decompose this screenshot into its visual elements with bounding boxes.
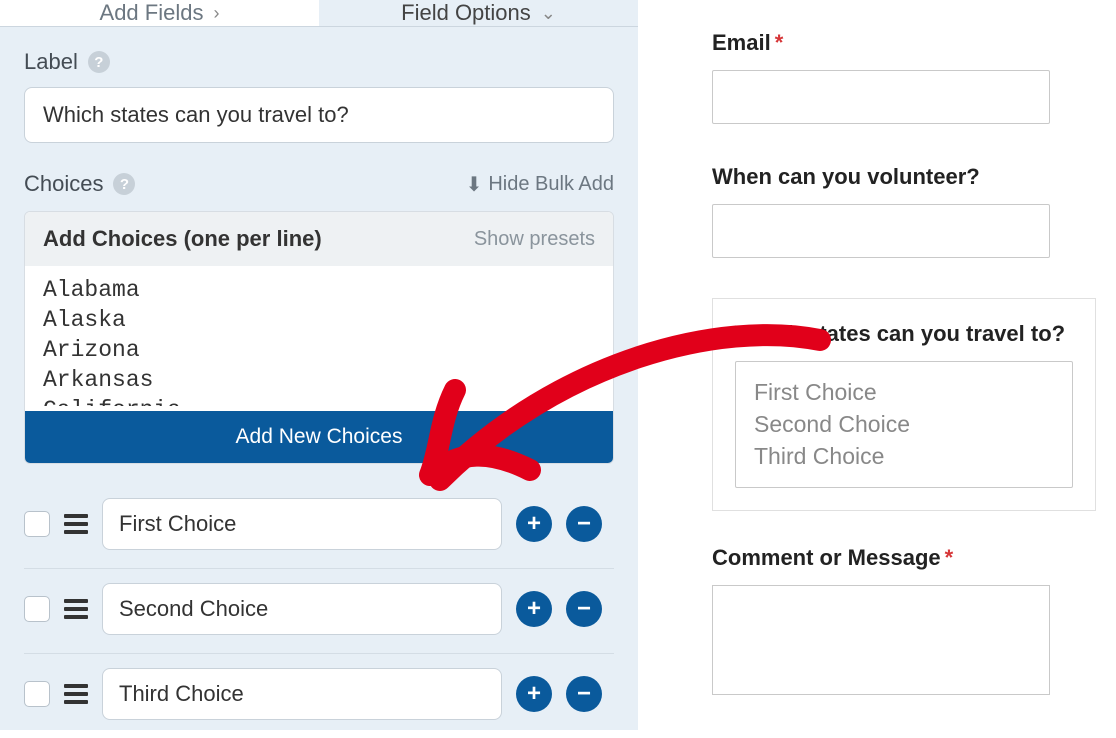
choice-label-input[interactable] xyxy=(102,498,502,550)
required-asterisk: * xyxy=(775,30,784,56)
text-input[interactable] xyxy=(712,70,1050,124)
chevron-down-icon: ⌄ xyxy=(541,3,556,24)
panel-body: Label ? Choices ? ⬇ Hide Bulk Add Add Ch… xyxy=(0,27,638,738)
bulk-title: Add Choices (one per line) xyxy=(43,226,322,252)
choices-section-header: Choices ? ⬇ Hide Bulk Add xyxy=(24,171,614,197)
add-choice-button[interactable]: + xyxy=(516,506,552,542)
preview-comment-field[interactable]: Comment or Message * xyxy=(712,545,1096,695)
tab-field-options[interactable]: Field Options ⌄ xyxy=(319,0,638,26)
textarea-input[interactable] xyxy=(712,585,1050,695)
add-new-choices-button[interactable]: Add New Choices xyxy=(25,411,613,463)
section-title: Label xyxy=(24,49,78,75)
drag-handle-icon[interactable] xyxy=(64,599,88,619)
link-text: Hide Bulk Add xyxy=(488,173,614,196)
chevron-right-icon: › xyxy=(213,3,219,24)
field-label-input[interactable] xyxy=(24,87,614,143)
help-icon[interactable]: ? xyxy=(113,173,135,195)
add-choice-button[interactable]: + xyxy=(516,591,552,627)
tab-label: Add Fields xyxy=(100,0,204,26)
field-label-text: Email xyxy=(712,30,771,56)
choice-label-input[interactable] xyxy=(102,583,502,635)
show-presets-link[interactable]: Show presets xyxy=(474,228,595,251)
preview-volunteer-field[interactable]: When can you volunteer? xyxy=(712,164,1096,258)
choice-list: + − + − + − xyxy=(24,484,614,738)
tab-label: Field Options xyxy=(401,0,531,26)
form-preview: Email * When can you volunteer? Which st… xyxy=(638,0,1116,730)
preview-email-field[interactable]: Email * xyxy=(712,30,1096,124)
option-text: Second Choice xyxy=(754,408,1054,440)
choice-row: + − xyxy=(24,484,614,569)
bulk-add-box: Add Choices (one per line) Show presets … xyxy=(24,211,614,464)
field-label-text: Which states can you travel to? xyxy=(735,321,1065,347)
remove-choice-button[interactable]: − xyxy=(566,591,602,627)
remove-choice-button[interactable]: − xyxy=(566,676,602,712)
bulk-choices-textarea[interactable] xyxy=(25,266,613,406)
choice-label-input[interactable] xyxy=(102,668,502,720)
choice-row: + − xyxy=(24,654,614,738)
add-choice-button[interactable]: + xyxy=(516,676,552,712)
required-asterisk: * xyxy=(945,545,954,571)
download-icon: ⬇ xyxy=(466,172,483,197)
bulk-header: Add Choices (one per line) Show presets xyxy=(25,212,613,266)
field-label-text: Comment or Message xyxy=(712,545,941,571)
tab-add-fields[interactable]: Add Fields › xyxy=(0,0,319,26)
label-section-header: Label ? xyxy=(24,49,614,75)
field-label-text: When can you volunteer? xyxy=(712,164,980,190)
preview-states-field[interactable]: Which states can you travel to? First Ch… xyxy=(712,298,1096,511)
panel-tabs: Add Fields › Field Options ⌄ xyxy=(0,0,638,27)
hide-bulk-add-link[interactable]: ⬇ Hide Bulk Add xyxy=(466,172,614,197)
choice-default-checkbox[interactable] xyxy=(24,511,50,537)
multiselect-preview[interactable]: First Choice Second Choice Third Choice xyxy=(735,361,1073,488)
section-title: Choices xyxy=(24,171,103,197)
choice-row: + − xyxy=(24,569,614,654)
text-input[interactable] xyxy=(712,204,1050,258)
option-text: Third Choice xyxy=(754,440,1054,472)
option-text: First Choice xyxy=(754,376,1054,408)
help-icon[interactable]: ? xyxy=(88,51,110,73)
choice-default-checkbox[interactable] xyxy=(24,596,50,622)
drag-handle-icon[interactable] xyxy=(64,514,88,534)
drag-handle-icon[interactable] xyxy=(64,684,88,704)
field-options-panel: Add Fields › Field Options ⌄ Label ? Cho… xyxy=(0,0,638,730)
remove-choice-button[interactable]: − xyxy=(566,506,602,542)
choice-default-checkbox[interactable] xyxy=(24,681,50,707)
